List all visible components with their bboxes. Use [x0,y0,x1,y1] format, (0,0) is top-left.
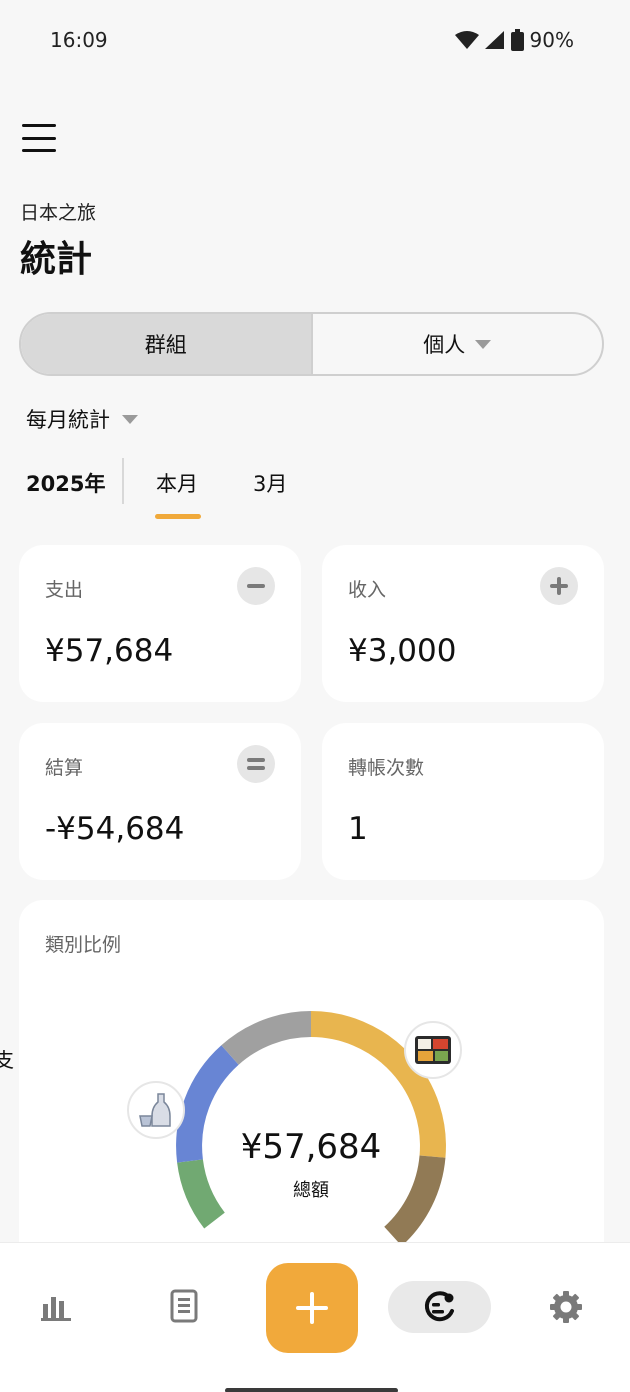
period-mode-label: 每月統計 [26,408,110,432]
wifi-icon [454,31,479,49]
period-tabs: 2025年 本月 3月 [0,456,630,520]
nav-stats[interactable] [36,1283,76,1329]
chevron-down-icon [122,414,138,424]
minus-icon [237,567,275,605]
side-category-label: 支 [0,1048,14,1072]
divider [122,458,124,504]
nav-settings[interactable] [546,1287,586,1327]
donut-segment-drink[interactable] [176,1045,239,1163]
donut-center-label: 總額 [293,1180,329,1201]
hamburger-icon[interactable] [22,124,56,152]
expense-label: 支出 [45,579,84,601]
category-donut-chart[interactable]: ¥57,684 總額 [19,900,604,1242]
chevron-down-icon [475,339,492,349]
add-record-button[interactable] [266,1263,358,1353]
transfers-card[interactable]: 轉帳次數 1 [322,723,604,880]
donut-segment-gray[interactable] [221,1011,312,1065]
bar-chart-icon [41,1297,71,1321]
active-tab-indicator [155,514,201,519]
donut-segment-green[interactable] [177,1159,226,1229]
donut-center-value: ¥57,684 [241,1127,382,1167]
income-value: ¥3,000 [348,633,457,669]
expense-value: ¥57,684 [45,633,174,669]
signal-icon [484,31,504,49]
plus-icon [540,567,578,605]
plus-icon [296,1292,328,1324]
tab-this-month[interactable]: 本月 [156,468,198,498]
year-selector[interactable]: 2025年 [26,468,105,498]
balance-value: -¥54,684 [45,811,185,847]
sake-icon[interactable] [127,1081,185,1139]
transfers-label: 轉帳次數 [348,757,425,779]
category-ratio-card: 類別比例 ¥57,684 總額 [19,900,604,1260]
group-personal-toggle: 群組 個人 [19,312,604,376]
bento-icon[interactable] [404,1021,462,1079]
nav-records[interactable] [164,1283,204,1329]
status-indicators: 90% [454,28,574,52]
donut-segment-brown[interactable] [383,1155,446,1242]
home-indicator[interactable] [225,1388,398,1392]
group-button-label: 群組 [144,333,187,357]
tab-march[interactable]: 3月 [253,468,287,498]
balance-card[interactable]: 結算 -¥54,684 [19,723,301,880]
status-bar: 16:09 90% [0,0,630,80]
trip-name: 日本之旅 [20,202,97,224]
personal-dropdown-label: 個人 [423,333,466,357]
income-card[interactable]: 收入 ¥3,000 [322,545,604,702]
balance-label: 結算 [45,757,84,779]
document-list-icon [170,1289,198,1323]
nav-profile[interactable] [388,1281,491,1333]
status-time: 16:09 [50,28,108,52]
gear-icon [550,1291,582,1323]
expense-card[interactable]: 支出 ¥57,684 [19,545,301,702]
personal-dropdown[interactable]: 個人 [313,314,603,374]
page-title: 統計 [20,239,93,280]
equals-icon [237,745,275,783]
income-label: 收入 [348,579,387,601]
group-button[interactable]: 群組 [21,314,313,374]
face-icon [424,1291,454,1322]
battery-percent: 90% [529,28,574,52]
battery-icon [510,29,524,51]
transfers-value: 1 [348,811,368,847]
period-mode-dropdown[interactable]: 每月統計 [26,404,138,434]
bottom-navigation [0,1242,630,1392]
